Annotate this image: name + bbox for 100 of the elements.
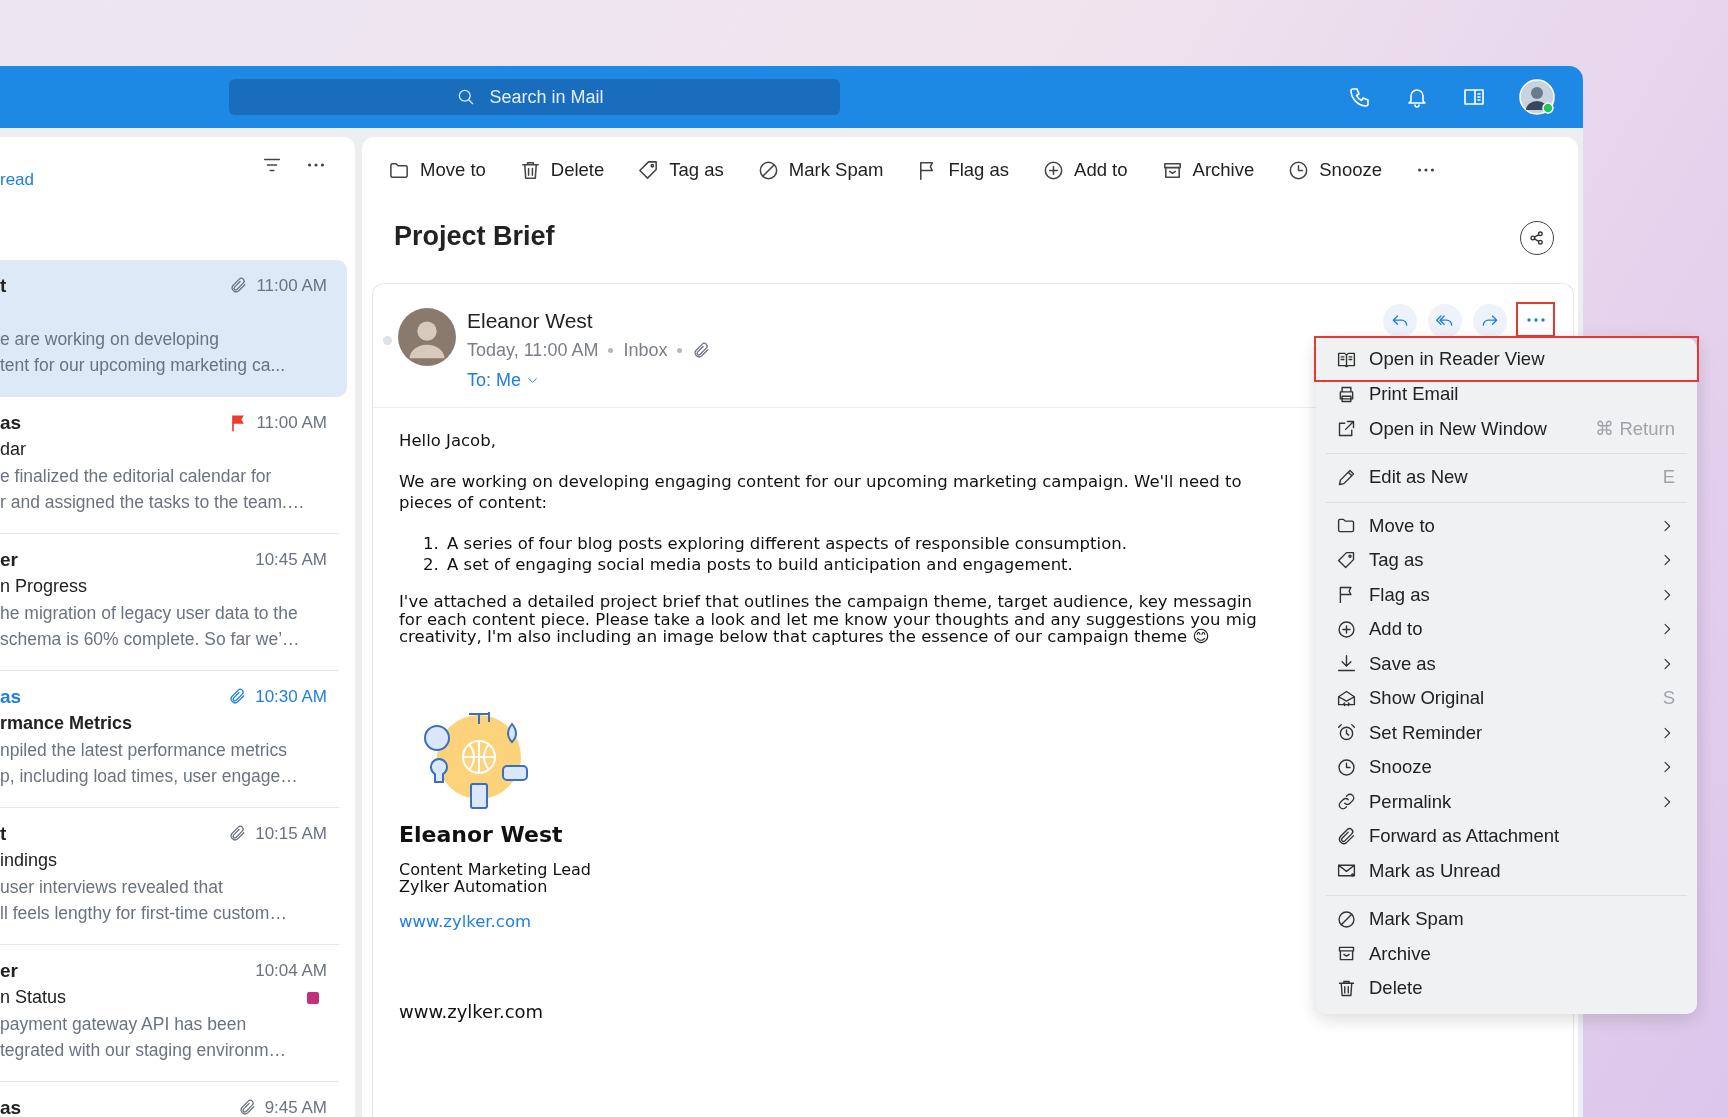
mail-time: 9:45 AM <box>264 1097 327 1117</box>
website-link[interactable]: www.zylker.com <box>399 911 532 931</box>
mail-preview: e finalized the editorial calendar for <box>0 465 273 488</box>
menu-item[interactable]: Mark Spam <box>1316 902 1697 937</box>
menu-item-label: Set Reminder <box>1369 721 1483 744</box>
mail-preview: user interviews revealed that <box>0 876 224 899</box>
toolbar-button[interactable]: Tag as <box>637 158 724 182</box>
mail-time: 10:04 AM <box>255 960 327 981</box>
menu-item-label: Permalink <box>1369 790 1452 813</box>
recipient-dropdown[interactable]: To: Me <box>467 366 541 394</box>
menu-item-label: Flag as <box>1369 583 1430 606</box>
email-date: Today, 11:00 AM <box>467 339 599 361</box>
menu-item[interactable]: Permalink <box>1316 784 1697 819</box>
menu-item-label: Forward as Attachment <box>1369 825 1560 848</box>
toolbar-button[interactable]: Delete <box>518 158 605 182</box>
menu-item[interactable]: Tag as <box>1316 543 1697 578</box>
menu-item-label: Print Email <box>1369 383 1459 406</box>
sender-avatar <box>398 308 456 366</box>
menu-item-label: Save as <box>1369 652 1436 675</box>
sender-name: t <box>0 822 7 845</box>
mail-list-item[interactable]: as 10:30 AM rmance Metrics npiled the latest performance metrics p, including load times, user engage… <box>0 671 347 808</box>
mail-preview: npiled the latest performance metrics <box>0 739 288 762</box>
mail-time: 10:30 AM <box>255 686 327 707</box>
menu-item-label: Open in New Window <box>1369 417 1547 440</box>
mail-subject: n Status <box>0 987 67 1008</box>
mail-time: 10:15 AM <box>255 823 327 844</box>
mail-list-item[interactable]: t 10:15 AM indings user interviews revealed that ll feels lengthy for first-time custom… <box>0 808 347 945</box>
sender-name: er <box>0 959 18 982</box>
list-item: 1. A series of four blog posts exploring different aspects of responsible consumption. <box>423 533 1127 554</box>
toolbar-button[interactable]: Flag as <box>916 158 1010 182</box>
shortcut-hint: ⌘ Return <box>1595 417 1675 440</box>
menu-item[interactable]: Move to <box>1316 508 1697 543</box>
menu-item[interactable]: Open in New Window ⌘ Return <box>1316 411 1697 446</box>
sender-name: as <box>0 685 22 708</box>
shortcut-hint: S <box>1662 687 1675 710</box>
mail-list-item[interactable]: as 11:00 AM dar e finalized the editorial calendar for r and assigned the tasks to the team.… <box>0 397 347 534</box>
menu-item-label: Tag as <box>1369 549 1424 572</box>
toolbar-button[interactable]: Snooze <box>1287 158 1382 182</box>
menu-item[interactable]: Forward as Attachment <box>1316 819 1697 854</box>
menu-item-label: Snooze <box>1369 756 1432 779</box>
menu-item[interactable]: Edit as New E <box>1316 460 1697 495</box>
search-field[interactable]: Search in Mail <box>229 79 840 115</box>
menu-item-label: Mark as Unread <box>1369 859 1501 882</box>
menu-item[interactable]: Print Email <box>1316 377 1697 412</box>
menu-item-label: Show Original <box>1369 687 1485 710</box>
mail-preview: schema is 60% complete. So far we’… <box>0 628 301 651</box>
sender-name: as <box>0 1096 22 1117</box>
status-dot <box>383 336 392 345</box>
mail-preview: tegrated with our staging environm… <box>0 1039 287 1062</box>
forward-button[interactable] <box>1473 304 1507 338</box>
signature-company: Zylker Automation <box>399 877 548 895</box>
sender-name: as <box>0 411 22 434</box>
mail-subject: dar <box>0 439 26 460</box>
mail-list-item[interactable]: er 10:04 AM n Status payment gateway API has been tegrated with our staging environm… <box>0 945 347 1082</box>
menu-item-label: Open in Reader View <box>1369 348 1545 370</box>
shortcut-hint: E <box>1662 466 1675 489</box>
menu-item[interactable]: Archive <box>1316 936 1697 971</box>
toolbar-button[interactable]: Mark Spam <box>756 158 884 182</box>
toolbar-button[interactable]: Add to <box>1042 158 1128 182</box>
footer-text: www.zylker.com <box>399 1000 544 1022</box>
separator-dot <box>608 347 614 353</box>
email-subject: Project Brief <box>394 221 555 252</box>
menu-item[interactable]: Mark as Unread <box>1316 853 1697 888</box>
menu-item-label: Move to <box>1369 514 1435 537</box>
mail-list-item[interactable]: er 10:45 AM n Progress he migration of legacy user data to the schema is 60% complete. So far we’… <box>0 534 347 671</box>
tag-icon <box>1336 549 1357 571</box>
no-entry-icon <box>1336 908 1357 930</box>
mail-time: 11:00 AM <box>256 275 327 296</box>
menu-item-label: Delete <box>1369 977 1423 1000</box>
share-button[interactable] <box>1520 221 1554 255</box>
toolbar-button[interactable]: Archive <box>1160 158 1255 182</box>
mail-subject: n Progress <box>0 576 88 597</box>
mail-time: 11:00 AM <box>256 412 327 433</box>
menu-item[interactable]: Save as <box>1316 646 1697 681</box>
phone-icon[interactable] <box>1348 85 1372 109</box>
menu-item[interactable]: Add to <box>1316 612 1697 647</box>
mail-preview: e are working on developing <box>0 328 220 351</box>
menu-item[interactable]: Delete <box>1316 971 1697 1006</box>
menu-item[interactable]: Open in Reader View <box>1316 338 1697 380</box>
body-paragraph: We are working on developing engaging content for our upcoming marketing campaign. We'll need to pieces of content: <box>399 471 1242 513</box>
menu-item[interactable]: Show Original S <box>1316 681 1697 716</box>
mail-preview: ll feels lengthy for first-time custom… <box>0 902 288 925</box>
toolbar-button[interactable]: Move to <box>388 158 486 182</box>
mail-preview: tent for our upcoming marketing ca... <box>0 354 286 377</box>
menu-item[interactable]: Set Reminder <box>1316 715 1697 750</box>
paperclip-icon <box>1336 825 1357 847</box>
menu-item-label: Archive <box>1369 942 1431 965</box>
reply-button[interactable] <box>1383 304 1417 338</box>
search-icon <box>456 87 476 107</box>
menu-item[interactable]: Snooze <box>1316 750 1697 785</box>
signature-title: Content Marketing Lead <box>399 860 591 878</box>
sender-name: er <box>0 548 18 571</box>
mail-list-item[interactable]: t 11:00 AM e are working on developing tent for our upcoming marketing ca... <box>0 260 347 397</box>
menu-item[interactable]: Flag as <box>1316 577 1697 612</box>
filter-link[interactable]: read <box>0 170 35 190</box>
mail-preview: p, including load times, user engage… <box>0 765 299 788</box>
reply-all-button[interactable] <box>1428 304 1462 338</box>
user-avatar[interactable] <box>1519 79 1555 115</box>
separator-dot <box>677 347 683 353</box>
signature-name: Eleanor West <box>399 821 563 847</box>
